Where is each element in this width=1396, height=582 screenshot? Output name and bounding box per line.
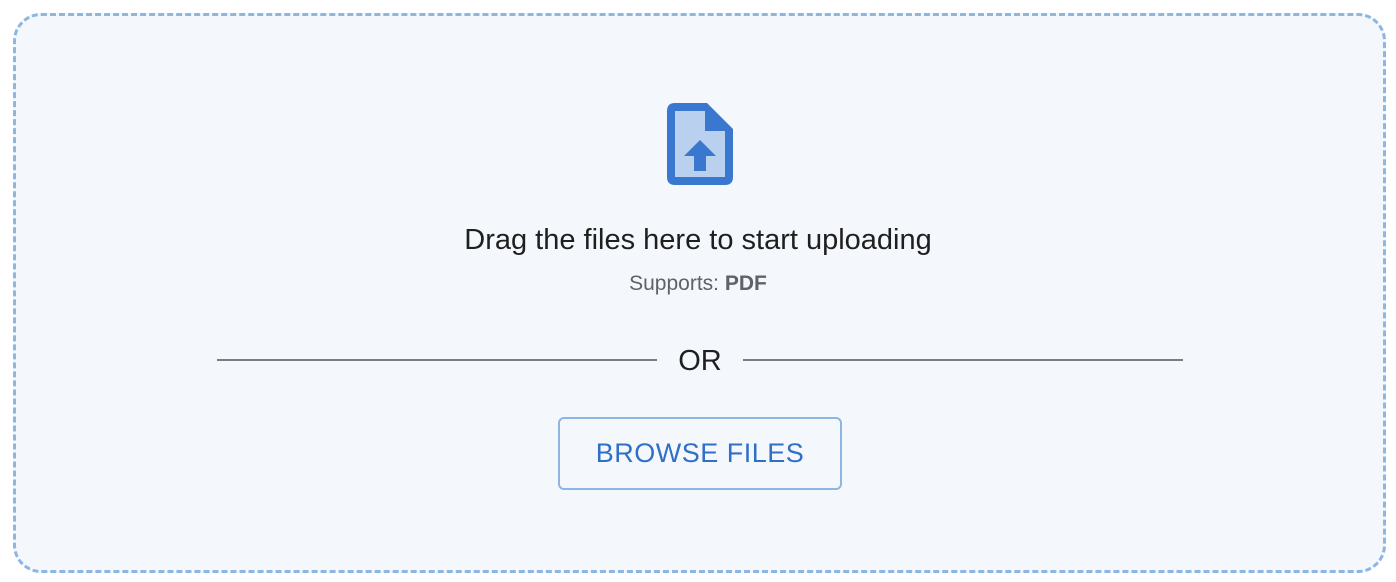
supports-label: Supports: xyxy=(629,272,720,295)
or-separator: OR xyxy=(678,345,722,377)
browse-files-button[interactable]: BROWSE FILES xyxy=(558,417,842,490)
file-upload-icon xyxy=(667,103,733,185)
supported-formats: Supports: PDF xyxy=(0,271,1396,297)
divider-right xyxy=(743,359,1183,361)
divider-left xyxy=(217,359,657,361)
supports-format: PDF xyxy=(724,272,767,295)
upload-title: Drag the files here to start uploading xyxy=(464,224,932,256)
